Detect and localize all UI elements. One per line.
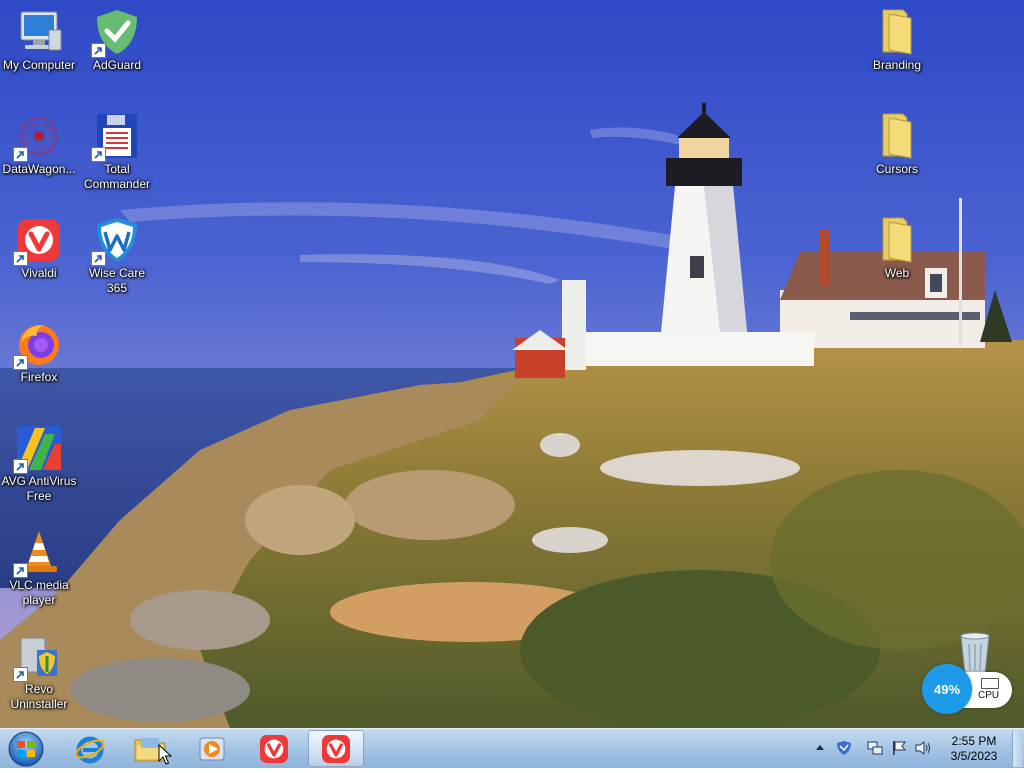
- desktop-icon-label: Web: [884, 266, 910, 280]
- revo-uninstaller-icon: [13, 632, 63, 682]
- shortcut-arrow-icon: [13, 667, 28, 682]
- desktop-icon-my-computer[interactable]: My Computer: [0, 8, 78, 73]
- adguard-shield-icon: [91, 8, 141, 58]
- desktop-icon-wise-care[interactable]: Wise Care 365: [78, 216, 156, 296]
- cpu-usage-widget[interactable]: CPU 49%: [922, 664, 1016, 714]
- desktop-icon-cursors[interactable]: Cursors: [858, 112, 936, 177]
- desktop-icon-web[interactable]: Web: [858, 216, 936, 281]
- desktop-icon-label: VLC media player: [9, 578, 69, 607]
- avg-icon: [13, 424, 63, 474]
- show-desktop-button[interactable]: [1012, 731, 1023, 767]
- desktop-icon-vlc[interactable]: VLC media player: [0, 528, 78, 608]
- taskbar-item-vivaldi-2[interactable]: [308, 730, 364, 767]
- desktop-icon-label: Branding: [872, 58, 922, 72]
- clock-date: 3/5/2023: [950, 749, 998, 763]
- shortcut-arrow-icon: [13, 251, 28, 266]
- tray-action-center-flag-icon[interactable]: [891, 740, 907, 761]
- start-button[interactable]: [4, 730, 48, 768]
- taskbar-item-internet-explorer[interactable]: [62, 730, 118, 767]
- desktop-icon-adguard[interactable]: AdGuard: [78, 8, 156, 73]
- clock-time: 2:55 PM: [951, 734, 997, 748]
- desktop-icon-label: Revo Uninstaller: [10, 682, 68, 711]
- tray-network-icon[interactable]: [866, 740, 884, 761]
- desktop-icon-label: DataWagon...: [2, 162, 76, 176]
- cpu-percent: 49%: [922, 664, 972, 714]
- tray-defender-shield-icon[interactable]: [836, 740, 852, 761]
- desktop-icon-datawagon[interactable]: DataWagon...: [0, 112, 78, 177]
- desktop-icon-label: My Computer: [2, 58, 76, 72]
- taskbar-clock[interactable]: 2:55 PM 3/5/2023: [942, 734, 1006, 764]
- windows-orb-icon: [8, 731, 44, 767]
- desktop-icon-branding[interactable]: Branding: [858, 8, 936, 73]
- desktop-icon-label: AdGuard: [92, 58, 142, 72]
- wise-care-icon: [91, 216, 141, 266]
- computer-icon: [15, 8, 63, 56]
- desktop-wallpaper: [0, 0, 1024, 728]
- folder-icon: [873, 8, 921, 56]
- shortcut-arrow-icon: [13, 147, 28, 162]
- folder-icon: [873, 112, 921, 160]
- tray-volume-icon[interactable]: [914, 740, 932, 761]
- desktop-icon-label: AVG AntiVirus Free: [1, 474, 77, 503]
- shortcut-arrow-icon: [91, 43, 106, 58]
- desktop-icon-label: Cursors: [875, 162, 918, 176]
- datawagon-icon: [13, 112, 63, 162]
- vivaldi-icon: [13, 216, 63, 266]
- taskbar-item-media-player[interactable]: [184, 730, 240, 767]
- folder-icon: [873, 216, 921, 264]
- tray-overflow-chevron-icon[interactable]: [815, 741, 825, 760]
- shortcut-arrow-icon: [91, 251, 106, 266]
- floppy-disk-icon: [91, 112, 141, 162]
- vlc-cone-icon: [13, 528, 63, 578]
- vivaldi-icon: [322, 734, 350, 763]
- desktop-icon-label: Firefox: [20, 370, 58, 384]
- mouse-cursor-icon: [158, 743, 173, 771]
- desktop-icon-avg[interactable]: AVG AntiVirus Free: [0, 424, 78, 504]
- firefox-icon: [13, 320, 63, 370]
- shortcut-arrow-icon: [91, 147, 106, 162]
- cpu-chip-icon: [981, 678, 999, 689]
- desktop-icon-label: Wise Care 365: [88, 266, 145, 295]
- desktop-icon-vivaldi[interactable]: Vivaldi: [0, 216, 78, 281]
- shortcut-arrow-icon: [13, 355, 28, 370]
- shortcut-arrow-icon: [13, 563, 28, 578]
- desktop-icon-total-commander[interactable]: Total Commander: [78, 112, 156, 192]
- cpu-label: CPU: [978, 690, 1000, 701]
- vivaldi-icon: [260, 734, 288, 763]
- taskbar: 2:55 PM 3/5/2023: [0, 728, 1024, 768]
- desktop-icon-revo[interactable]: Revo Uninstaller: [0, 632, 78, 712]
- desktop-icon-firefox[interactable]: Firefox: [0, 320, 78, 385]
- shortcut-arrow-icon: [13, 459, 28, 474]
- media-player-icon: [199, 737, 225, 760]
- desktop-icon-label: Total Commander: [83, 162, 151, 191]
- taskbar-item-vivaldi-1[interactable]: [246, 730, 302, 767]
- desktop-icon-label: Vivaldi: [21, 266, 57, 280]
- internet-explorer-icon: [75, 736, 105, 763]
